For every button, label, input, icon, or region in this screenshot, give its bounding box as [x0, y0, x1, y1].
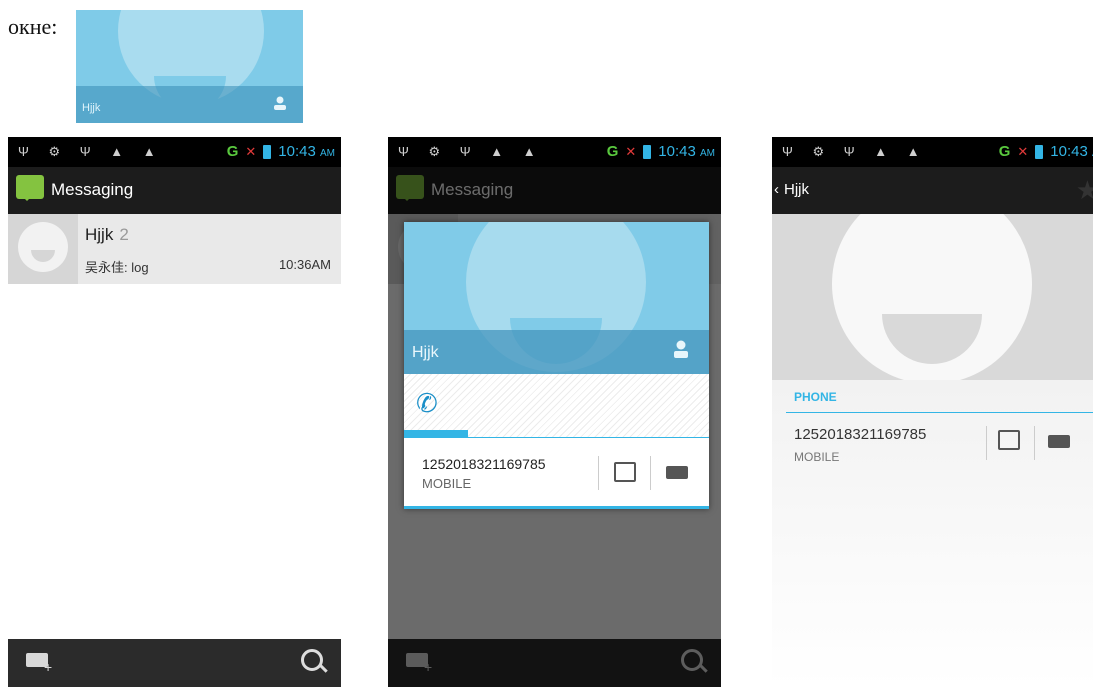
notification-icons: Ψ ⚙ Ψ ▲ ▲: [18, 144, 164, 159]
quick-contact-card: Hjjk ✆ 1252018321169785 MOBILE: [404, 222, 709, 509]
app-title: Messaging: [51, 180, 134, 199]
no-sim-icon: ✕: [245, 143, 257, 159]
search-icon[interactable]: [301, 649, 323, 671]
quick-contact-screen: Ψ ⚙ Ψ ▲ ▲ G ✕ 10:43 AM Messaging Hjjk ✆ …: [388, 137, 721, 687]
back-icon[interactable]: ‹: [774, 181, 779, 198]
notification-icons: Ψ ⚙ Ψ ▲ ▲: [782, 144, 928, 159]
open-contact-icon[interactable]: [673, 340, 689, 358]
action-tabs: ✆: [404, 374, 709, 438]
contact-details: PHONE 1252018321169785 MOBILE: [772, 380, 1093, 687]
signal-icon: G: [226, 143, 239, 160]
battery-icon: [643, 144, 652, 159]
battery-icon: [263, 144, 272, 159]
phone-number: 1252018321169785: [422, 456, 546, 472]
phone-tab-icon[interactable]: ✆: [416, 388, 438, 419]
conversation-list: Hjjk 2 吴永佳: log 10:36AM: [8, 214, 341, 639]
contact-name: Hjjk: [412, 344, 439, 361]
tab-indicator: [404, 430, 468, 437]
section-header: PHONE: [794, 390, 837, 404]
action-bar: ‹ Hjjk ★: [772, 167, 1093, 214]
compose-icon[interactable]: [26, 653, 52, 675]
caption: окне:: [8, 14, 58, 39]
signal-icon: G: [998, 143, 1011, 160]
phone-number: 1252018321169785: [794, 426, 927, 443]
contact-name[interactable]: Hjjk: [784, 181, 809, 198]
phone-type: MOBILE: [422, 476, 472, 491]
clock: 10:43 AM: [1050, 143, 1093, 160]
phone-type: MOBILE: [794, 450, 840, 464]
message-count: 2: [119, 225, 129, 244]
messaging-screen: Ψ ⚙ Ψ ▲ ▲ G ✕ 10:43 AM Messaging Hjjk 2 吴…: [8, 137, 341, 687]
action-bar: Messaging: [8, 167, 341, 214]
contact-avatar[interactable]: [8, 214, 78, 284]
clock: 10:43 AM: [278, 143, 335, 160]
no-sim-icon: ✕: [625, 143, 637, 159]
person-icon: [274, 96, 286, 110]
message-icon[interactable]: [1048, 435, 1070, 448]
conversation-name: Hjjk 2: [85, 225, 129, 244]
contact-detail-screen: Ψ ⚙ Ψ ▲ ▲ G ✕ 10:43 AM ‹ Hjjk ★ PHONE 12…: [772, 137, 1093, 687]
cropped-quick-contact-preview: Hjjk: [76, 10, 303, 123]
conversation-snippet: 吴永佳: log: [85, 260, 149, 275]
messaging-app-icon[interactable]: [16, 175, 44, 201]
star-icon[interactable]: ★: [1076, 175, 1093, 206]
call-contact-icon[interactable]: [614, 462, 636, 482]
contact-photo: [772, 214, 1093, 380]
status-bar: Ψ ⚙ Ψ ▲ ▲ G ✕ 10:43 AM: [772, 137, 1093, 167]
message-icon[interactable]: [666, 466, 688, 479]
conversation-time: 10:36AM: [278, 257, 331, 272]
call-contact-icon[interactable]: [998, 430, 1020, 450]
notification-icons: Ψ ⚙ Ψ ▲ ▲: [398, 144, 544, 159]
signal-icon: G: [606, 143, 619, 160]
status-bar: Ψ ⚙ Ψ ▲ ▲ G ✕ 10:43 AM: [388, 137, 721, 167]
conversation-item[interactable]: Hjjk 2 吴永佳: log 10:36AM: [8, 214, 341, 284]
no-sim-icon: ✕: [1017, 143, 1029, 159]
phone-number-row[interactable]: 1252018321169785 MOBILE: [404, 438, 709, 506]
status-bar: Ψ ⚙ Ψ ▲ ▲ G ✕ 10:43 AM: [8, 137, 341, 167]
battery-icon: [1035, 144, 1044, 159]
clock: 10:43 AM: [658, 143, 715, 160]
bottom-action-bar: [8, 639, 341, 687]
contact-name: Hjjk: [82, 102, 101, 114]
